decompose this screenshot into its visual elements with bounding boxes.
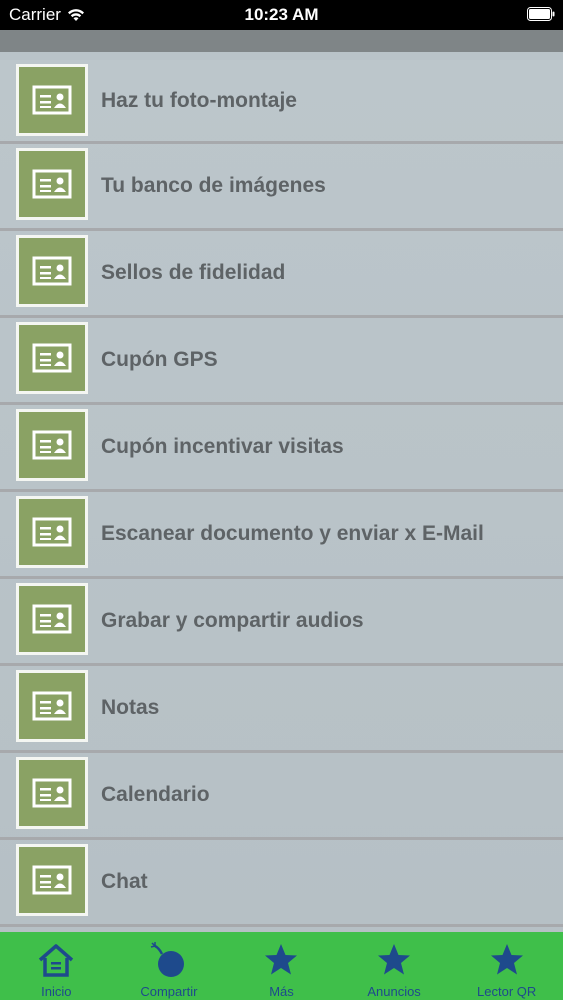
tab-inicio[interactable]: Inicio — [0, 932, 113, 1000]
tab-bar: Inicio Compartir Más Anuncios Lector QR — [0, 932, 563, 1000]
menu-item-escanear-documento[interactable]: Escanear documento y enviar x E-Mail — [0, 492, 563, 579]
menu-item-grabar-audios[interactable]: Grabar y compartir audios — [0, 579, 563, 666]
id-card-icon — [32, 85, 72, 115]
home-icon — [39, 944, 74, 977]
id-card-icon — [32, 256, 72, 286]
menu-item-label: Escanear documento y enviar x E-Mail — [101, 522, 484, 545]
tab-anuncios[interactable]: Anuncios — [338, 932, 451, 1000]
menu-item-foto-montaje[interactable]: Haz tu foto-montaje — [0, 60, 563, 144]
id-card-icon — [32, 691, 72, 721]
clock: 10:23 AM — [244, 5, 319, 24]
tab-compartir[interactable]: Compartir — [113, 932, 226, 1000]
menu-item-label: Grabar y compartir audios — [101, 609, 364, 632]
tab-lector-qr[interactable]: Lector QR — [450, 932, 563, 1000]
bomb-icon — [150, 942, 184, 977]
id-card-icon — [32, 430, 72, 460]
menu-item-thumbnail — [16, 235, 88, 307]
id-card-icon — [32, 865, 72, 895]
menu-item-thumbnail — [16, 322, 88, 394]
menu-item-thumbnail — [16, 409, 88, 481]
menu-item-label: Tu banco de imágenes — [101, 174, 326, 197]
tab-label: Más — [269, 984, 294, 999]
id-card-icon — [32, 169, 72, 199]
menu-item-label: Haz tu foto-montaje — [101, 88, 297, 112]
header-bar — [0, 30, 563, 52]
menu-item-thumbnail — [16, 757, 88, 829]
menu-item-label: Cupón GPS — [101, 348, 218, 371]
menu-item-label: Cupón incentivar visitas — [101, 435, 344, 458]
battery-icon — [527, 7, 555, 21]
menu-item-thumbnail — [16, 496, 88, 568]
menu-item-label: Notas — [101, 696, 160, 719]
star-icon — [378, 944, 411, 975]
menu-item-thumbnail — [16, 670, 88, 742]
menu-item-chat[interactable]: Chat — [0, 840, 563, 927]
menu-item-label: Sellos de fidelidad — [101, 261, 286, 284]
menu-item-cupon-visitas[interactable]: Cupón incentivar visitas — [0, 405, 563, 492]
menu-item-thumbnail — [16, 583, 88, 655]
menu-item-thumbnail — [16, 148, 88, 220]
id-card-icon — [32, 517, 72, 547]
status-bar: Carrier 10:23 AM — [0, 0, 563, 30]
tab-mas[interactable]: Más — [225, 932, 338, 1000]
tab-label: Inicio — [41, 984, 72, 999]
star-icon — [490, 944, 523, 975]
menu-item-thumbnail — [16, 844, 88, 916]
id-card-icon — [32, 343, 72, 373]
menu-item-notas[interactable]: Notas — [0, 666, 563, 753]
tab-label: Compartir — [140, 984, 198, 999]
menu-item-banco-imagenes[interactable]: Tu banco de imágenes — [0, 144, 563, 231]
menu-list: Haz tu foto-montaje Tu banco de imágenes… — [0, 60, 563, 932]
menu-item-cupon-gps[interactable]: Cupón GPS — [0, 318, 563, 405]
id-card-icon — [32, 604, 72, 634]
tab-label: Lector QR — [477, 984, 537, 999]
id-card-icon — [32, 778, 72, 808]
tab-label: Anuncios — [367, 984, 421, 999]
star-icon — [265, 944, 298, 975]
menu-item-label: Chat — [101, 870, 148, 893]
menu-item-calendario[interactable]: Calendario — [0, 753, 563, 840]
menu-item-thumbnail — [16, 64, 88, 136]
menu-item-label: Calendario — [101, 783, 210, 806]
menu-item-sellos-fidelidad[interactable]: Sellos de fidelidad — [0, 231, 563, 318]
